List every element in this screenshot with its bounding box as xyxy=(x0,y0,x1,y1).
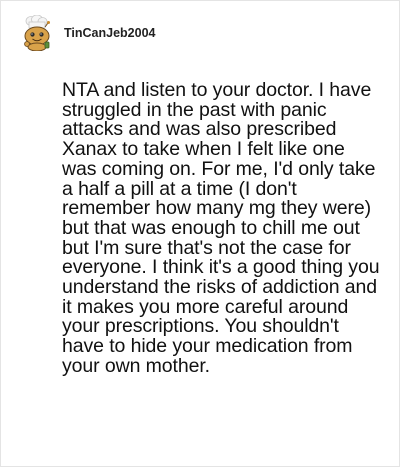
comment-author-link[interactable]: TinCanJeb2004 xyxy=(64,26,155,40)
comment-header: TinCanJeb2004 xyxy=(19,15,155,51)
snoo-avatar-icon[interactable] xyxy=(19,15,53,51)
comment-card: TinCanJeb2004 NTA and listen to your doc… xyxy=(0,0,400,467)
comment-body: NTA and listen to your doctor. I have st… xyxy=(62,79,380,377)
